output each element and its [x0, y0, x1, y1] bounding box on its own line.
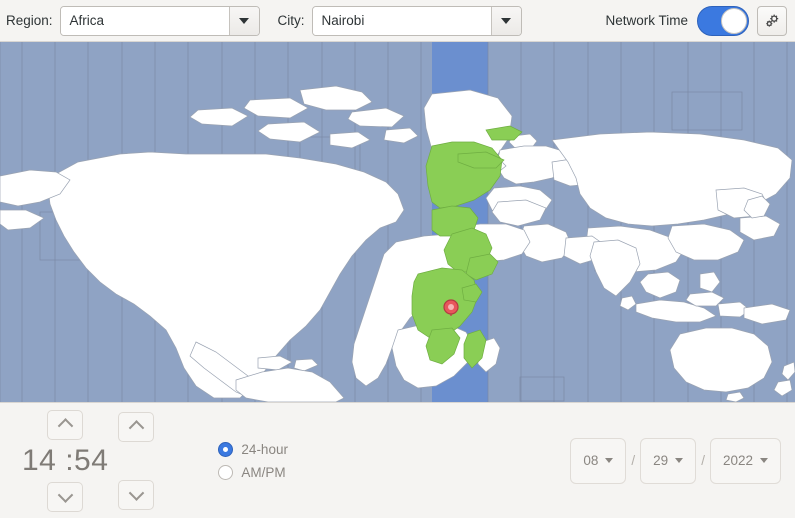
city-value[interactable]: Nairobi: [312, 6, 491, 35]
top-toolbar: Region: Africa City: Nairobi Network Tim…: [0, 0, 795, 42]
bottom-bar: 14 :54 24-hour AM/PM 08 / 29 / 2022: [0, 403, 795, 518]
city-label: City:: [277, 13, 305, 28]
time-spinner: 14 :54: [22, 409, 155, 512]
chevron-down-icon: [605, 458, 614, 463]
month-value: 08: [583, 453, 599, 468]
city-dropdown-button[interactable]: [490, 6, 521, 35]
time-value-row: 14 :54: [22, 440, 108, 482]
region-label: Region:: [6, 13, 53, 28]
hour-decrement-button[interactable]: [47, 481, 84, 512]
date-selectors: 08 / 29 / 2022: [570, 437, 781, 484]
chevron-down-icon: [760, 458, 768, 463]
radio-label-ampm: AM/PM: [241, 464, 286, 480]
year-dropdown[interactable]: 2022: [709, 437, 781, 484]
radio-option-24-hour[interactable]: 24-hour: [218, 441, 288, 457]
region-combobox[interactable]: Africa: [59, 5, 260, 36]
day-value: 29: [653, 453, 669, 468]
city-combobox[interactable]: Nairobi: [311, 5, 522, 36]
month-dropdown[interactable]: 08: [570, 437, 627, 484]
date-separator-2: /: [701, 453, 705, 468]
chevron-down-icon: [57, 487, 73, 503]
minute-spinner: [118, 411, 155, 510]
time-format-radio-group: 24-hour AM/PM: [218, 441, 288, 480]
radio-indicator-ampm[interactable]: [218, 464, 234, 480]
minute-increment-button[interactable]: [118, 411, 155, 442]
region-dropdown-button[interactable]: [228, 6, 259, 35]
world-timezone-map[interactable]: [0, 42, 795, 403]
chevron-down-icon: [128, 485, 145, 501]
settings-button[interactable]: [757, 5, 787, 36]
chevron-down-icon: [239, 17, 250, 24]
radio-label-24-hour: 24-hour: [241, 441, 288, 457]
hour-increment-button[interactable]: [47, 409, 84, 440]
chevron-down-icon: [501, 17, 512, 24]
map-svg: [0, 42, 795, 402]
radio-indicator-24-hour[interactable]: [218, 441, 234, 457]
network-time-toggle[interactable]: [697, 5, 749, 36]
radio-option-ampm[interactable]: AM/PM: [218, 464, 288, 480]
chevron-up-icon: [128, 420, 145, 436]
datetime-settings-panel: Region: Africa City: Nairobi Network Tim…: [0, 0, 795, 518]
toggle-knob: [721, 7, 747, 34]
year-value: 2022: [722, 453, 753, 468]
chevron-up-icon: [57, 418, 73, 434]
region-value[interactable]: Africa: [60, 6, 229, 35]
gear-icon: [766, 14, 779, 27]
day-dropdown[interactable]: 29: [640, 437, 697, 484]
minute-decrement-button[interactable]: [118, 479, 155, 510]
time-display[interactable]: 14 :54: [22, 440, 108, 482]
hour-spinner: 14 :54: [22, 409, 108, 512]
chevron-down-icon: [675, 458, 684, 463]
network-time-label: Network Time: [605, 13, 688, 28]
date-separator-1: /: [631, 453, 636, 468]
